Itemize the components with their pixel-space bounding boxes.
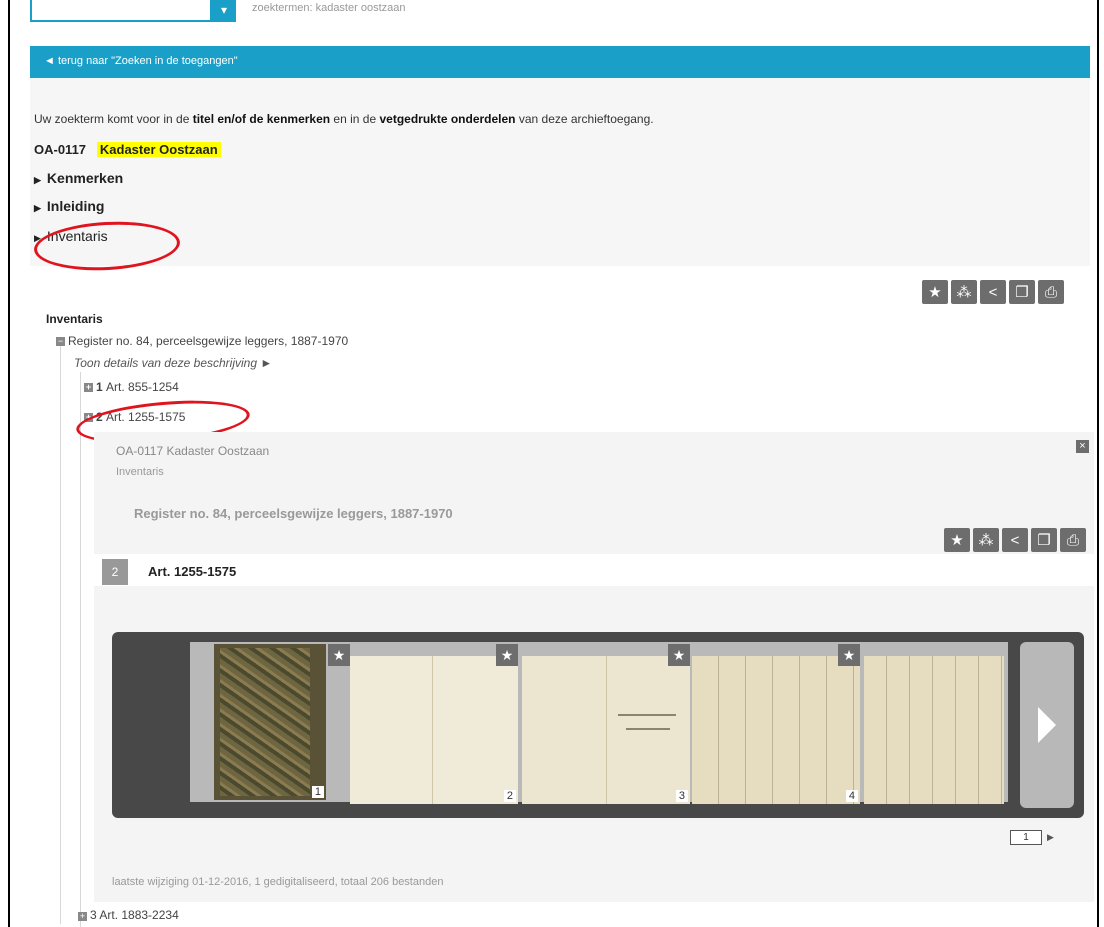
search-terms-text: zoektermen: kadaster oostzaan [252,2,406,14]
frame-right-border [1097,0,1099,927]
thumbnail-strip: 1 ★ 2 ★ 3 ★ 4 ★ [190,642,1008,804]
page-input[interactable]: 1 [1010,830,1042,845]
star-icon[interactable]: ★ [838,644,860,666]
search-input[interactable] [30,0,212,22]
next-page-icon[interactable]: ▶ [1047,832,1054,843]
tree-register[interactable]: − Register no. 84, perceelsgewijze legger… [56,334,348,348]
share-icon[interactable]: < [980,280,1006,304]
page-fold [606,656,607,804]
tree-item-1[interactable]: +1 Art. 855-1254 [84,380,179,394]
accordion-inleiding[interactable]: ▶ Inleiding [34,198,104,214]
archive-title: Kadaster Oostzaan [96,142,221,157]
book-cover-image [220,648,310,796]
star-icon[interactable]: ★ [922,280,948,304]
print-line [618,714,676,716]
collapse-icon[interactable]: − [56,337,65,347]
pager: 1 ▶ [1010,830,1054,845]
thumbnail-2[interactable]: 2 [350,656,518,804]
detail-footer: laatste wijziging 01-12-2016, 1 gedigita… [112,876,444,888]
tree-line-outer [60,344,61,924]
image-viewer: 1 ★ 2 ★ 3 ★ 4 ★ [112,632,1084,818]
search-area: ▾ [30,0,240,22]
print-icon[interactable]: ⎙ [1038,280,1064,304]
item-number-badge: 2 [102,559,128,585]
thumbnail-number: 4 [845,790,858,802]
back-link[interactable]: ◄ terug naar "Zoeken in de toegangen" [44,55,238,67]
page-fold [432,656,433,804]
next-images-button[interactable] [1020,642,1074,808]
caret-right-icon: ▶ [34,203,41,213]
share-icon[interactable]: < [1002,528,1028,552]
detail-register: Register no. 84, perceelsgewijze leggers… [134,506,453,521]
print-icon[interactable]: ⎙ [1060,528,1086,552]
arrow-right-icon [1038,707,1056,743]
thumbnail-number: 3 [675,790,688,802]
caret-right-icon: ▶ [34,175,41,185]
detail-archive-title: OA-0117 Kadaster Oostzaan [116,444,270,458]
expand-icon[interactable]: + [78,912,87,921]
star-icon[interactable]: ★ [496,644,518,666]
inventory-heading: Inventaris [46,312,103,326]
back-bar: ◄ terug naar "Zoeken in de toegangen" [30,46,1090,78]
thumbnail-3[interactable]: 3 [522,656,690,804]
show-details-link[interactable]: Toon details van deze beschrijving ► [74,356,272,370]
inventory-toolbar: ★ ⁂ < ❐ ⎙ [922,280,1064,304]
copy-icon[interactable]: ❐ [1031,528,1057,552]
search-dropdown-button[interactable]: ▾ [212,0,236,22]
tree-line-inner [80,372,81,927]
detail-subtitle: Inventaris [116,466,164,478]
star-icon[interactable]: ★ [944,528,970,552]
network-icon[interactable]: ⁂ [973,528,999,552]
search-intro: Uw zoekterm komt voor in de titel en/of … [34,112,654,126]
close-icon[interactable]: × [1076,440,1089,453]
info-panel: Uw zoekterm komt voor in de titel en/of … [30,78,1090,266]
thumbnail-1[interactable]: 1 [214,644,326,800]
item-title-row: 2 Art. 1255-1575 [94,554,1094,586]
item-title: Art. 1255-1575 [148,564,237,579]
copy-icon[interactable]: ❐ [1009,280,1035,304]
network-icon[interactable]: ⁂ [951,280,977,304]
tree-item-3[interactable]: +3 Art. 1883-2234 [78,908,179,922]
expand-icon[interactable]: + [84,383,93,393]
thumbnail-number: 2 [503,790,516,802]
star-icon[interactable]: ★ [328,644,350,666]
chevron-down-icon: ▾ [220,3,228,17]
print-line [626,728,670,730]
star-icon[interactable]: ★ [668,644,690,666]
archive-heading: OA-0117 Kadaster Oostzaan [34,142,221,157]
detail-panel: OA-0117 Kadaster Oostzaan Inventaris Reg… [94,432,1094,902]
thumbnail-number: 1 [311,786,324,798]
thumbnail-4[interactable]: 4 [692,656,860,804]
archive-code: OA-0117 [34,142,87,157]
detail-toolbar: ★ ⁂ < ❐ ⎙ [944,528,1086,552]
accordion-kenmerken[interactable]: ▶ Kenmerken [34,170,123,186]
frame-left-border [8,0,10,927]
thumbnail-5[interactable] [864,656,1004,804]
